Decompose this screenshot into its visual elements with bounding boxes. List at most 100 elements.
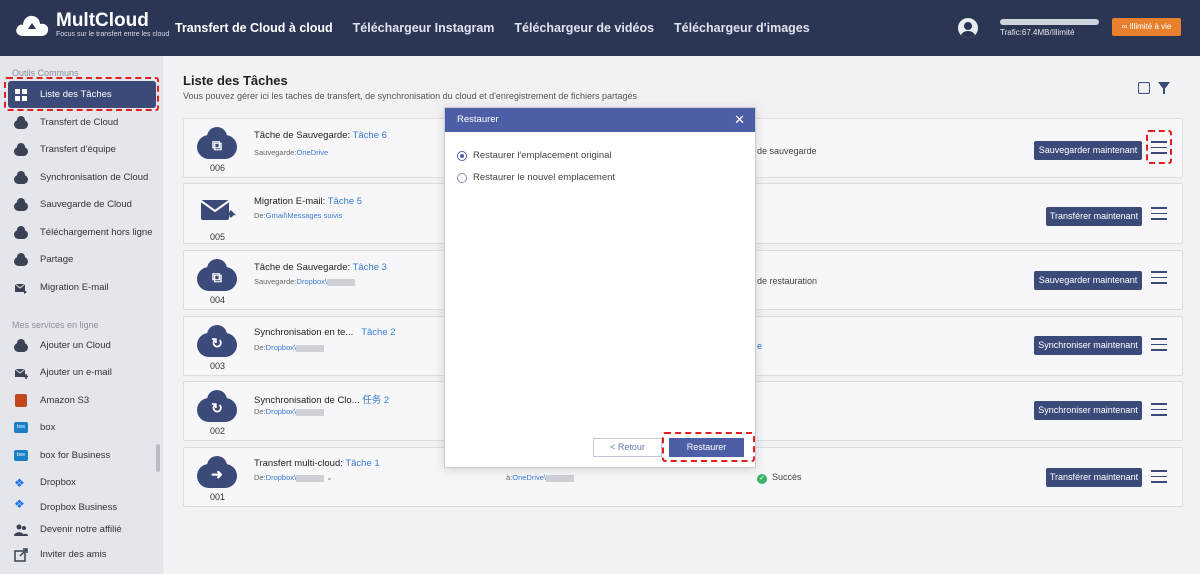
task-menu-icon[interactable] [1151, 338, 1167, 352]
restore-button-highlight [662, 432, 755, 462]
cloud-sync-icon [14, 170, 28, 185]
add-cloud-icon [14, 338, 28, 353]
task-type: Tâche de Sauvegarde: [254, 262, 351, 273]
dialog-header: Restaurer ✕ [445, 108, 755, 132]
sidebar-item-box[interactable]: box box [8, 414, 156, 441]
transfer-now-button[interactable]: Transférer maintenant [1046, 207, 1142, 226]
restore-new-location-option[interactable]: Restaurer le nouvel emplacement [457, 172, 615, 183]
sidebar-item-sharing[interactable]: Partage [8, 246, 156, 273]
backup-icon: ⧉ [197, 127, 237, 163]
edit-icon[interactable] [1138, 82, 1150, 94]
back-button[interactable]: < Retour [593, 438, 662, 457]
sidebar-item-box-business[interactable]: box box for Business [8, 442, 156, 469]
task-name-link[interactable]: Tâche 5 [328, 196, 362, 207]
backup-now-button[interactable]: Sauvegarder maintenant [1034, 271, 1142, 290]
task-name-link[interactable]: Tâche 6 [353, 130, 387, 141]
sidebar-item-add-cloud[interactable]: Ajouter un Cloud [8, 332, 156, 359]
sidebar-item-invite[interactable]: Inviter des amis [8, 541, 156, 568]
close-icon[interactable]: ✕ [734, 108, 745, 132]
sidebar-item-cloud-transfer[interactable]: Transfert de Cloud [8, 109, 156, 136]
sidebar-item-offline-download[interactable]: Téléchargement hors ligne [8, 219, 156, 246]
sidebar-item-cloud-backup[interactable]: Sauvegarde de Cloud [8, 191, 156, 218]
task-menu-icon[interactable] [1151, 470, 1167, 484]
tab-instagram-downloader[interactable]: Téléchargeur Instagram [353, 0, 495, 56]
upgrade-button[interactable]: ∞ Illimité à vie [1112, 18, 1181, 36]
sidebar-item-team-transfer[interactable]: Transfert d'équipe [8, 136, 156, 163]
sidebar-item-label: Partage [40, 254, 74, 265]
task-name-link[interactable]: 任务 2 [362, 395, 389, 406]
filter-icon[interactable] [1158, 82, 1170, 94]
restore-dialog: Restaurer ✕ Restaurer l'emplacement orig… [444, 107, 756, 468]
dropbox-business-icon: ❖ [14, 497, 25, 511]
tab-cloud-transfer[interactable]: Transfert de Cloud à cloud [175, 0, 333, 56]
sidebar-item-add-email[interactable]: Ajouter un e-mail [8, 359, 156, 386]
sidebar-item-label: Ajouter un e-mail [40, 367, 112, 378]
redacted-path [296, 408, 325, 416]
task-name-link[interactable]: Tâche 1 [345, 458, 379, 469]
sidebar-item-label: Sauvegarde de Cloud [40, 199, 132, 210]
backup-now-button[interactable]: Sauvegarder maintenant [1034, 141, 1142, 160]
radio-checked-icon[interactable] [457, 150, 467, 161]
sidebar-item-label: Devenir notre affilié [40, 524, 122, 535]
task-menu-highlight [1146, 130, 1172, 164]
task-name-link[interactable]: Tâche 3 [353, 262, 387, 273]
multcloud-logo-icon [14, 12, 50, 38]
task-menu-icon[interactable] [1151, 403, 1167, 417]
upgrade-label: Illimité à vie [1129, 22, 1172, 31]
task-source: De:Dropbox\ [254, 407, 325, 416]
sync-now-button[interactable]: Synchroniser maintenant [1034, 336, 1142, 355]
task-status[interactable]: e [757, 341, 762, 351]
task-title: Tâche de Sauvegarde: Tâche 3 [254, 262, 387, 273]
task-name-link[interactable]: Tâche 2 [361, 327, 395, 338]
option-label: Restaurer l'emplacement original [473, 150, 612, 161]
task-type: Migration E-mail: [254, 196, 326, 207]
brand-tagline: Focus sur le transfert entre les cloud [56, 31, 170, 38]
success-check-icon: ✓ [757, 474, 767, 484]
task-status: de sauvegarde [757, 146, 817, 156]
sidebar-item-label: Dropbox [40, 477, 76, 488]
tab-image-downloader[interactable]: Téléchargeur d'images [674, 0, 810, 56]
task-title: Tâche de Sauvegarde: Tâche 6 [254, 130, 387, 141]
sidebar-scrollbar[interactable] [156, 444, 160, 472]
logo[interactable]: MultCloud Focus sur le transfert entre l… [14, 11, 170, 38]
sidebar-item-email-migration[interactable]: Migration E-mail [8, 274, 156, 301]
sidebar: Outils Communs Liste des Tâches Transfer… [0, 56, 163, 574]
task-source: Sauvegarde:OneDrive [254, 148, 329, 157]
task-type: Synchronisation en te... [254, 327, 354, 338]
chevron-down-icon[interactable]: ⌄ [326, 473, 332, 482]
sidebar-item-dropbox[interactable]: ❖ Dropbox [8, 469, 156, 496]
sync-now-button[interactable]: Synchroniser maintenant [1034, 401, 1142, 420]
dropbox-icon: ❖ [14, 475, 25, 490]
task-number: 006 [210, 163, 226, 173]
top-bar: MultCloud Focus sur le transfert entre l… [0, 0, 1200, 56]
main-nav: Transfert de Cloud à cloud Téléchargeur … [175, 0, 830, 56]
sidebar-item-dropbox-business[interactable]: ❖ Dropbox Business [8, 497, 156, 513]
sidebar-item-cloud-sync[interactable]: Synchronisation de Cloud [8, 164, 156, 191]
task-menu-icon[interactable] [1151, 271, 1167, 285]
offline-download-icon [14, 225, 28, 240]
sidebar-item-affiliate[interactable]: Devenir notre affilié [8, 516, 156, 543]
user-avatar-icon[interactable] [958, 18, 978, 38]
sidebar-item-label: box for Business [40, 450, 111, 461]
box-business-icon: box [14, 449, 28, 463]
add-email-icon [14, 366, 28, 380]
task-source: De:Dropbox\ ⌄ [254, 473, 333, 482]
page-subtitle: Vous pouvez gérer ici les taches de tran… [183, 91, 637, 101]
sidebar-item-label: Migration E-mail [40, 282, 109, 293]
transfer-icon: ➜ [197, 456, 237, 492]
task-number: 003 [210, 361, 226, 371]
task-status: ✓ Succès [757, 472, 802, 484]
task-title: Migration E-mail: Tâche 5 [254, 196, 362, 207]
share-icon [14, 252, 28, 267]
restore-original-option[interactable]: Restaurer l'emplacement original [457, 150, 612, 161]
sidebar-item-amazon-s3[interactable]: Amazon S3 [8, 387, 156, 414]
sidebar-item-label: Transfert de Cloud [40, 117, 119, 128]
task-menu-icon[interactable] [1151, 207, 1167, 221]
transfer-now-button[interactable]: Transférer maintenant [1046, 468, 1142, 487]
tab-video-downloader[interactable]: Téléchargeur de vidéos [514, 0, 654, 56]
task-number: 001 [210, 492, 226, 502]
radio-unchecked-icon[interactable] [457, 172, 467, 183]
sidebar-item-label: Inviter des amis [40, 549, 107, 560]
affiliate-icon [14, 523, 28, 537]
page-title: Liste des Tâches [183, 73, 288, 88]
